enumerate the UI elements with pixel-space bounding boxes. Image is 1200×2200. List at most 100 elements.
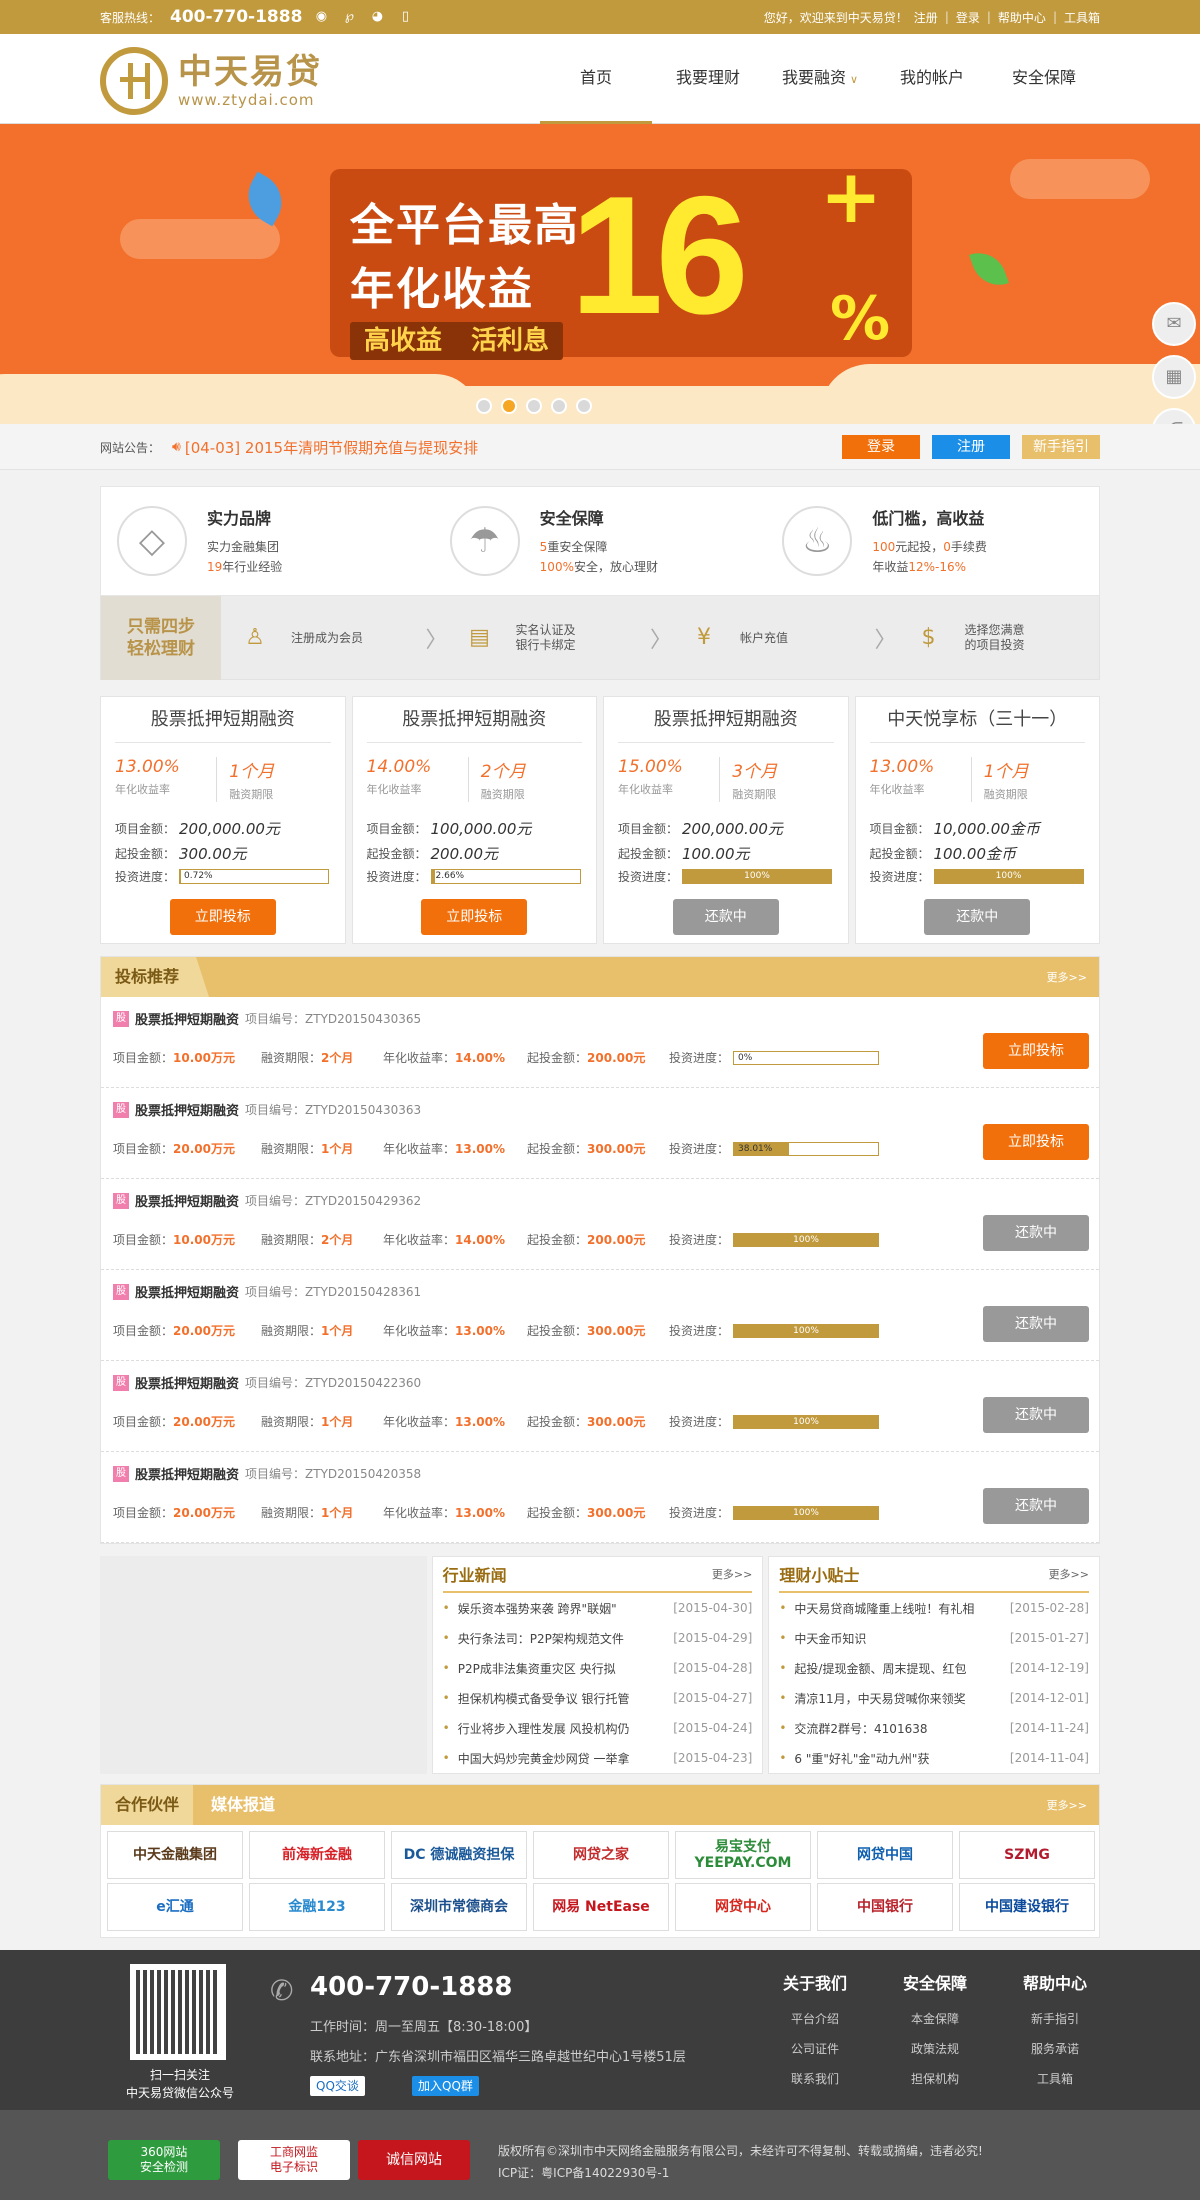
project-name[interactable]: 股票抵押短期融资 [135, 1191, 239, 1210]
list-item: 股股票抵押短期融资 项目编号：ZTYD20150430363 项目金额： 20.00… [101, 1088, 1099, 1179]
wechat-icon[interactable]: ◕ [368, 9, 386, 25]
news-item[interactable]: 6 "重"好礼"金"动九州"获[2014-11-04] [779, 1743, 1089, 1773]
invest-button[interactable]: 立即投标 [421, 899, 528, 935]
qq-chat-button[interactable]: QQ交谈 [310, 2076, 365, 2096]
top-login-link[interactable]: 登录 [956, 9, 980, 26]
site-logo[interactable]: 中天易贷 www.ztydai.com [100, 47, 322, 115]
partner-logo[interactable]: 中国银行 [817, 1883, 953, 1931]
security-badge[interactable]: 360网站 安全检测 [108, 2140, 220, 2180]
hero-banner[interactable]: 全平台最高 年化收益 高收益 活利息 16 + % ✉ ▦ ⋲ ✎ [0, 124, 1200, 424]
footer-link[interactable]: 政策法规 [911, 2042, 959, 2056]
news-item[interactable]: 担保机构模式备受争议 银行托管[2015-04-27] [443, 1683, 753, 1713]
footer-link[interactable]: 服务承诺 [1031, 2042, 1079, 2056]
partner-logo[interactable]: 易宝支付 YEEPAY.COM [675, 1831, 811, 1879]
repaying-button[interactable]: 还款中 [983, 1215, 1089, 1251]
guide-button[interactable]: 新手指引 [1022, 435, 1100, 459]
mobile-icon[interactable]: ▯ [396, 9, 414, 25]
card-title[interactable]: 股票抵押短期融资 [618, 697, 834, 743]
credit-badge[interactable]: 诚信网站 [358, 2140, 470, 2180]
partner-logo[interactable]: e汇通 [107, 1883, 243, 1931]
news-item[interactable]: P2P成非法集资重灾区 央行拟[2015-04-28] [443, 1653, 753, 1683]
news-item[interactable]: 中天易贷商城隆重上线啦！有礼相[2015-02-28] [779, 1593, 1089, 1623]
business-badge[interactable]: 工商网监 电子标识 [238, 2140, 350, 2180]
chat-icon[interactable]: ✉ [1152, 302, 1196, 346]
news-item[interactable]: 中国大妈炒完黄金炒网贷 一举拿[2015-04-23] [443, 1743, 753, 1773]
repaying-button[interactable]: 还款中 [983, 1397, 1089, 1433]
partner-logo[interactable]: 前海新金融 [249, 1831, 385, 1879]
partner-logo[interactable]: 深圳市常德商会 [391, 1883, 527, 1931]
partner-logo[interactable]: 中国建设银行 [959, 1883, 1095, 1931]
news-item[interactable]: 清凉11月，中天易贷喊你来领奖[2014-12-01] [779, 1683, 1089, 1713]
tips-more-link[interactable]: 更多>> [1049, 1566, 1089, 1582]
news-item[interactable]: 起投/提现金额、周末提现、红包[2014-12-19] [779, 1653, 1089, 1683]
nav-my-account[interactable]: 我的帐户 [876, 34, 988, 124]
slide-dot[interactable] [551, 398, 567, 414]
recommend-more-link[interactable]: 更多>> [1047, 969, 1087, 985]
project-name[interactable]: 股票抵押短期融资 [135, 1464, 239, 1483]
card-title[interactable]: 股票抵押短期融资 [115, 697, 331, 743]
repaying-button[interactable]: 还款中 [983, 1306, 1089, 1342]
project-name[interactable]: 股票抵押短期融资 [135, 1282, 239, 1301]
slide-dot[interactable] [576, 398, 592, 414]
product-card: 股票抵押短期融资 13.00% 年化收益率 1个月 融资期限 项目金额： 200,00… [100, 696, 346, 944]
weibo-icon[interactable]: ◉ [312, 9, 330, 25]
industry-more-link[interactable]: 更多>> [712, 1566, 752, 1582]
invest-button[interactable]: 立即投标 [983, 1033, 1089, 1069]
slide-dot[interactable] [526, 398, 542, 414]
footer-hours: 工作时间：周一至周五【8:30-18:00】 [310, 2020, 538, 2035]
nav-invest[interactable]: 我要理财 [652, 34, 764, 124]
partners-more-link[interactable]: 更多>> [1047, 1797, 1087, 1813]
repaying-button[interactable]: 还款中 [672, 899, 779, 935]
partner-logo[interactable]: 金融123 [249, 1883, 385, 1931]
project-code: ZTYD20150430365 [305, 1012, 422, 1026]
partner-logo[interactable]: SZMG [959, 1831, 1095, 1879]
qrcode-icon[interactable]: ▦ [1152, 355, 1196, 399]
card-title[interactable]: 股票抵押短期融资 [366, 697, 582, 743]
partner-logo[interactable]: 网贷中心 [675, 1883, 811, 1931]
footer-link[interactable]: 工具箱 [1037, 2072, 1073, 2086]
nav-security[interactable]: 安全保障 [988, 34, 1100, 124]
footer-link[interactable]: 本金保障 [911, 2012, 959, 2026]
footer-link[interactable]: 新手指引 [1031, 2012, 1079, 2026]
repaying-button[interactable]: 还款中 [983, 1488, 1089, 1524]
news-item[interactable]: 央行条法司：P2P架构规范文件[2015-04-29] [443, 1623, 753, 1653]
project-name[interactable]: 股票抵押短期融资 [135, 1009, 239, 1028]
share-icon[interactable]: ⋲ [1152, 408, 1196, 424]
tab-partners[interactable]: 合作伙伴 [101, 1785, 194, 1825]
footer-link[interactable]: 担保机构 [911, 2072, 959, 2086]
partner-logo[interactable]: 网贷之家 [533, 1831, 669, 1879]
partner-logo[interactable]: 中天金融集团 [107, 1831, 243, 1879]
tencent-weibo-icon[interactable]: ℘ [340, 9, 358, 25]
nav-financing[interactable]: 我要融资 ∨ [764, 34, 876, 124]
card-term: 3个月 [732, 762, 778, 782]
repaying-button[interactable]: 还款中 [924, 899, 1031, 935]
invest-button[interactable]: 立即投标 [169, 899, 276, 935]
slide-dot[interactable] [476, 398, 492, 414]
footer-link[interactable]: 公司证件 [791, 2042, 839, 2056]
login-button[interactable]: 登录 [842, 435, 920, 459]
invest-button[interactable]: 立即投标 [983, 1124, 1089, 1160]
news-item[interactable]: 娱乐资本强势来袭 跨界"联姻"[2015-04-30] [443, 1593, 753, 1623]
top-register-link[interactable]: 注册 [914, 9, 938, 26]
nav-home[interactable]: 首页 [540, 34, 652, 124]
footer-link[interactable]: 平台介绍 [791, 2012, 839, 2026]
notice-link[interactable]: [04-03] 2015年清明节假期充值与提现安排 [185, 437, 478, 458]
qq-group-button[interactable]: 加入QQ群 [412, 2076, 479, 2096]
news-item[interactable]: 行业将步入理性发展 风投机构仍[2015-04-24] [443, 1713, 753, 1743]
register-button[interactable]: 注册 [932, 435, 1010, 459]
news-item[interactable]: 交流群2群号：4101638[2014-11-24] [779, 1713, 1089, 1743]
card-title[interactable]: 中天悦享标（三十一） [869, 697, 1085, 743]
partner-logo[interactable]: DC 德诚融资担保 [391, 1831, 527, 1879]
top-help-link[interactable]: 帮助中心 [998, 9, 1046, 26]
partner-logo[interactable]: 网贷中国 [817, 1831, 953, 1879]
top-toolbox-link[interactable]: 工具箱 [1064, 9, 1100, 26]
project-name[interactable]: 股票抵押短期融资 [135, 1373, 239, 1392]
project-term: 1个月 [321, 1506, 354, 1520]
project-amount: 20.00万元 [173, 1415, 235, 1429]
footer-link[interactable]: 联系我们 [791, 2072, 839, 2086]
partner-logo[interactable]: 网易 NetEase [533, 1883, 669, 1931]
slide-dot[interactable] [501, 398, 517, 414]
project-name[interactable]: 股票抵押短期融资 [135, 1100, 239, 1119]
news-item[interactable]: 中天金币知识[2015-01-27] [779, 1623, 1089, 1653]
tab-media[interactable]: 媒体报道 [193, 1785, 293, 1825]
